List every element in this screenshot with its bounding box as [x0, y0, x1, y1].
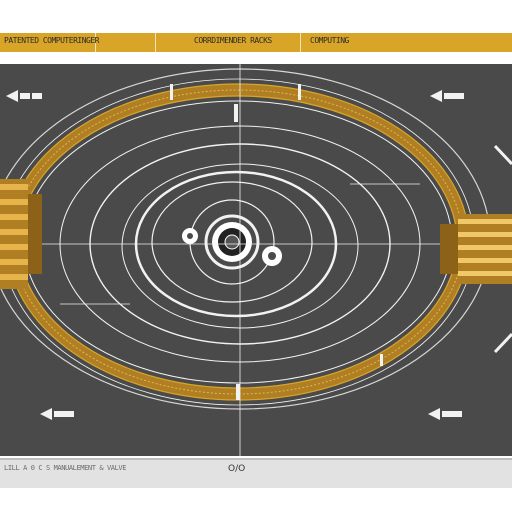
blueprint-canvas: PATENTED COMPUTERINGER CORRDIMENDER RACK… [0, 0, 512, 512]
top-title-bar: PATENTED COMPUTERINGER CORRDIMENDER RACK… [0, 30, 512, 52]
arrow-icon-bottom-right [428, 408, 462, 420]
schematic-drawing [0, 64, 512, 456]
bottom-bar-center-label: O/O [228, 464, 246, 474]
bottom-bar-left-text: LILL A 0 C S MANUALEMENT & VALVE [4, 464, 127, 472]
top-bar-right-text: COMPUTING [310, 36, 349, 45]
bottom-caption-bar: LILL A 0 C S MANUALEMENT & VALVE O/O [0, 458, 512, 488]
top-bar-left-text: PATENTED COMPUTERINGER [4, 36, 99, 45]
schematic-panel [0, 64, 512, 456]
right-gold-connector [440, 214, 512, 284]
top-bar-center-text: CORRDIMENDER RACKS [194, 36, 272, 45]
rim-markers [170, 84, 383, 400]
arrow-icon-top-left [6, 90, 42, 102]
arrow-icon-top-right [430, 90, 464, 102]
arrow-icon-bottom-left [40, 408, 74, 420]
left-gold-connector [0, 179, 42, 289]
